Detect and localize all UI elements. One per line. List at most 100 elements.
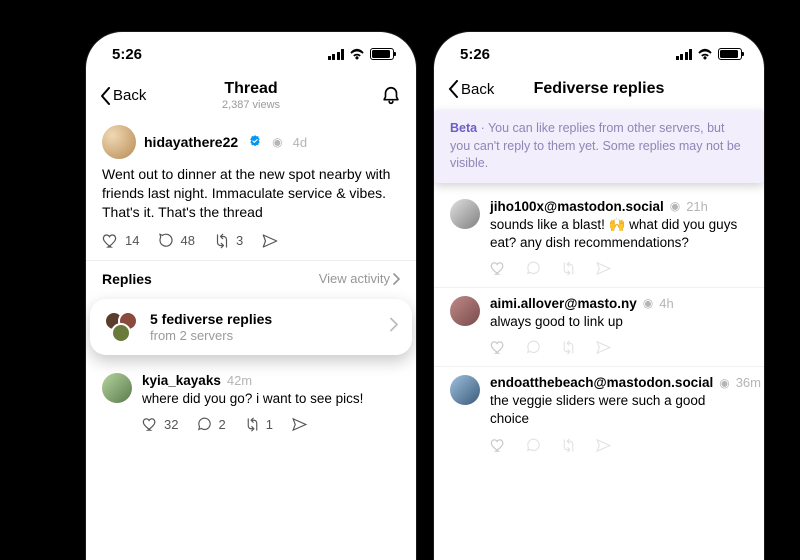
reply-username[interactable]: endoatthebeach@mastodon.social: [490, 375, 713, 390]
status-icons: [328, 48, 395, 60]
comment-icon: [196, 416, 213, 433]
comment-icon: [157, 232, 175, 250]
comment-button[interactable]: 2: [196, 416, 225, 433]
repost-icon: [560, 260, 577, 277]
comment-button[interactable]: 48: [157, 232, 194, 250]
beta-sep: ·: [477, 121, 488, 135]
fediverse-reply-item[interactable]: endoatthebeach@mastodon.social ◉ 36m the…: [434, 366, 764, 463]
avatar[interactable]: [450, 199, 480, 229]
heart-icon: [142, 416, 159, 433]
beta-banner: Beta · You can like replies from other s…: [434, 110, 764, 183]
comment-icon: [525, 437, 542, 454]
wifi-icon: [349, 48, 365, 60]
chevron-left-icon: [448, 80, 458, 98]
post-timestamp: 4d: [293, 135, 307, 150]
fediverse-replies-title: 5 fediverse replies: [150, 311, 272, 327]
repost-button[interactable]: 1: [244, 416, 273, 433]
like-button[interactable]: 14: [102, 232, 139, 250]
heart-icon: [490, 339, 507, 356]
nav-title-group: Fediverse replies: [508, 80, 690, 98]
chevron-right-icon: [390, 317, 398, 336]
share-button: [595, 260, 612, 277]
fediverse-reply-item[interactable]: jiho100x@mastodon.social ◉ 21h sounds li…: [434, 191, 764, 287]
back-label: Back: [113, 87, 146, 104]
globe-icon: ◉: [272, 135, 282, 149]
fediverse-replies-subtitle: from 2 servers: [150, 328, 272, 343]
page-title: Fediverse replies: [508, 80, 690, 98]
comment-button: [525, 339, 542, 356]
chevron-right-icon: [393, 273, 400, 285]
avatar[interactable]: [450, 296, 480, 326]
cellular-icon: [328, 49, 345, 60]
repost-count: 3: [236, 233, 243, 248]
repost-icon: [560, 437, 577, 454]
send-icon: [595, 339, 612, 356]
back-button[interactable]: Back: [100, 87, 160, 105]
avatar[interactable]: [102, 373, 132, 403]
like-count: 14: [125, 233, 139, 248]
replies-section-header: Replies View activity: [86, 260, 416, 295]
like-count: 32: [164, 417, 178, 432]
post-username[interactable]: hidayathere22: [144, 134, 238, 150]
reply-actions: [490, 437, 748, 454]
comment-button: [525, 437, 542, 454]
post-actions: 14 48 3: [102, 232, 400, 250]
fediverse-reply-item[interactable]: aimi.allover@masto.ny ◉ 4h always good t…: [434, 287, 764, 366]
repost-icon: [213, 232, 231, 250]
avatar[interactable]: [450, 375, 480, 405]
view-count: 2,387 views: [160, 99, 342, 111]
reply-username[interactable]: kyia_kayaks: [142, 373, 221, 388]
reply-actions: [490, 339, 748, 356]
like-button[interactable]: [490, 260, 507, 277]
repost-button: [560, 437, 577, 454]
reply-timestamp: 4h: [659, 296, 673, 311]
beta-label: Beta: [450, 121, 477, 135]
fediverse-replies-card[interactable]: 5 fediverse replies from 2 servers: [90, 299, 412, 355]
reply-body: always good to link up: [490, 313, 748, 331]
status-time: 5:26: [112, 46, 142, 63]
bell-icon: [380, 85, 402, 107]
like-button[interactable]: [490, 437, 507, 454]
like-button[interactable]: [490, 339, 507, 356]
page-title: Thread: [160, 80, 342, 98]
back-button[interactable]: Back: [448, 80, 508, 98]
share-button: [595, 339, 612, 356]
globe-icon: ◉: [719, 376, 729, 390]
view-activity-label: View activity: [319, 271, 390, 286]
repost-icon: [560, 339, 577, 356]
comment-icon: [525, 260, 542, 277]
comment-count: 2: [218, 417, 225, 432]
comment-icon: [525, 339, 542, 356]
send-icon: [261, 232, 279, 250]
notifications-button[interactable]: [342, 85, 402, 107]
repost-button[interactable]: 3: [213, 232, 243, 250]
like-button[interactable]: 32: [142, 416, 178, 433]
status-icons: [676, 48, 743, 60]
beta-text: You can like replies from other servers,…: [450, 121, 741, 170]
reply-body: where did you go? i want to see pics!: [142, 390, 400, 408]
reply-timestamp: 42m: [227, 373, 252, 388]
phone-thread-view: 5:26 Back Thread 2,387 views hidayathere…: [86, 32, 416, 560]
phone-fediverse-view: 5:26 Back Fediverse replies Beta · You c…: [434, 32, 764, 560]
chevron-left-icon: [100, 87, 110, 105]
heart-icon: [490, 260, 507, 277]
comment-count: 48: [180, 233, 194, 248]
repost-button: [560, 260, 577, 277]
verified-badge-icon: [248, 134, 262, 151]
wifi-icon: [697, 48, 713, 60]
battery-icon: [370, 48, 394, 60]
view-activity-link[interactable]: View activity: [319, 271, 400, 286]
back-label: Back: [461, 81, 494, 98]
reply-username[interactable]: aimi.allover@masto.ny: [490, 296, 637, 311]
reply-username[interactable]: jiho100x@mastodon.social: [490, 199, 664, 214]
reply-body: the veggie sliders were such a good choi…: [490, 392, 748, 428]
status-bar: 5:26: [86, 32, 416, 76]
status-time: 5:26: [460, 46, 490, 63]
share-button[interactable]: [291, 416, 308, 433]
reply-actions: [490, 260, 748, 277]
share-button[interactable]: [261, 232, 279, 250]
avatar[interactable]: [102, 125, 136, 159]
send-icon: [291, 416, 308, 433]
reply-item[interactable]: kyia_kayaks 42m where did you go? i want…: [86, 365, 416, 443]
post-body: Went out to dinner at the new spot nearb…: [102, 165, 400, 222]
